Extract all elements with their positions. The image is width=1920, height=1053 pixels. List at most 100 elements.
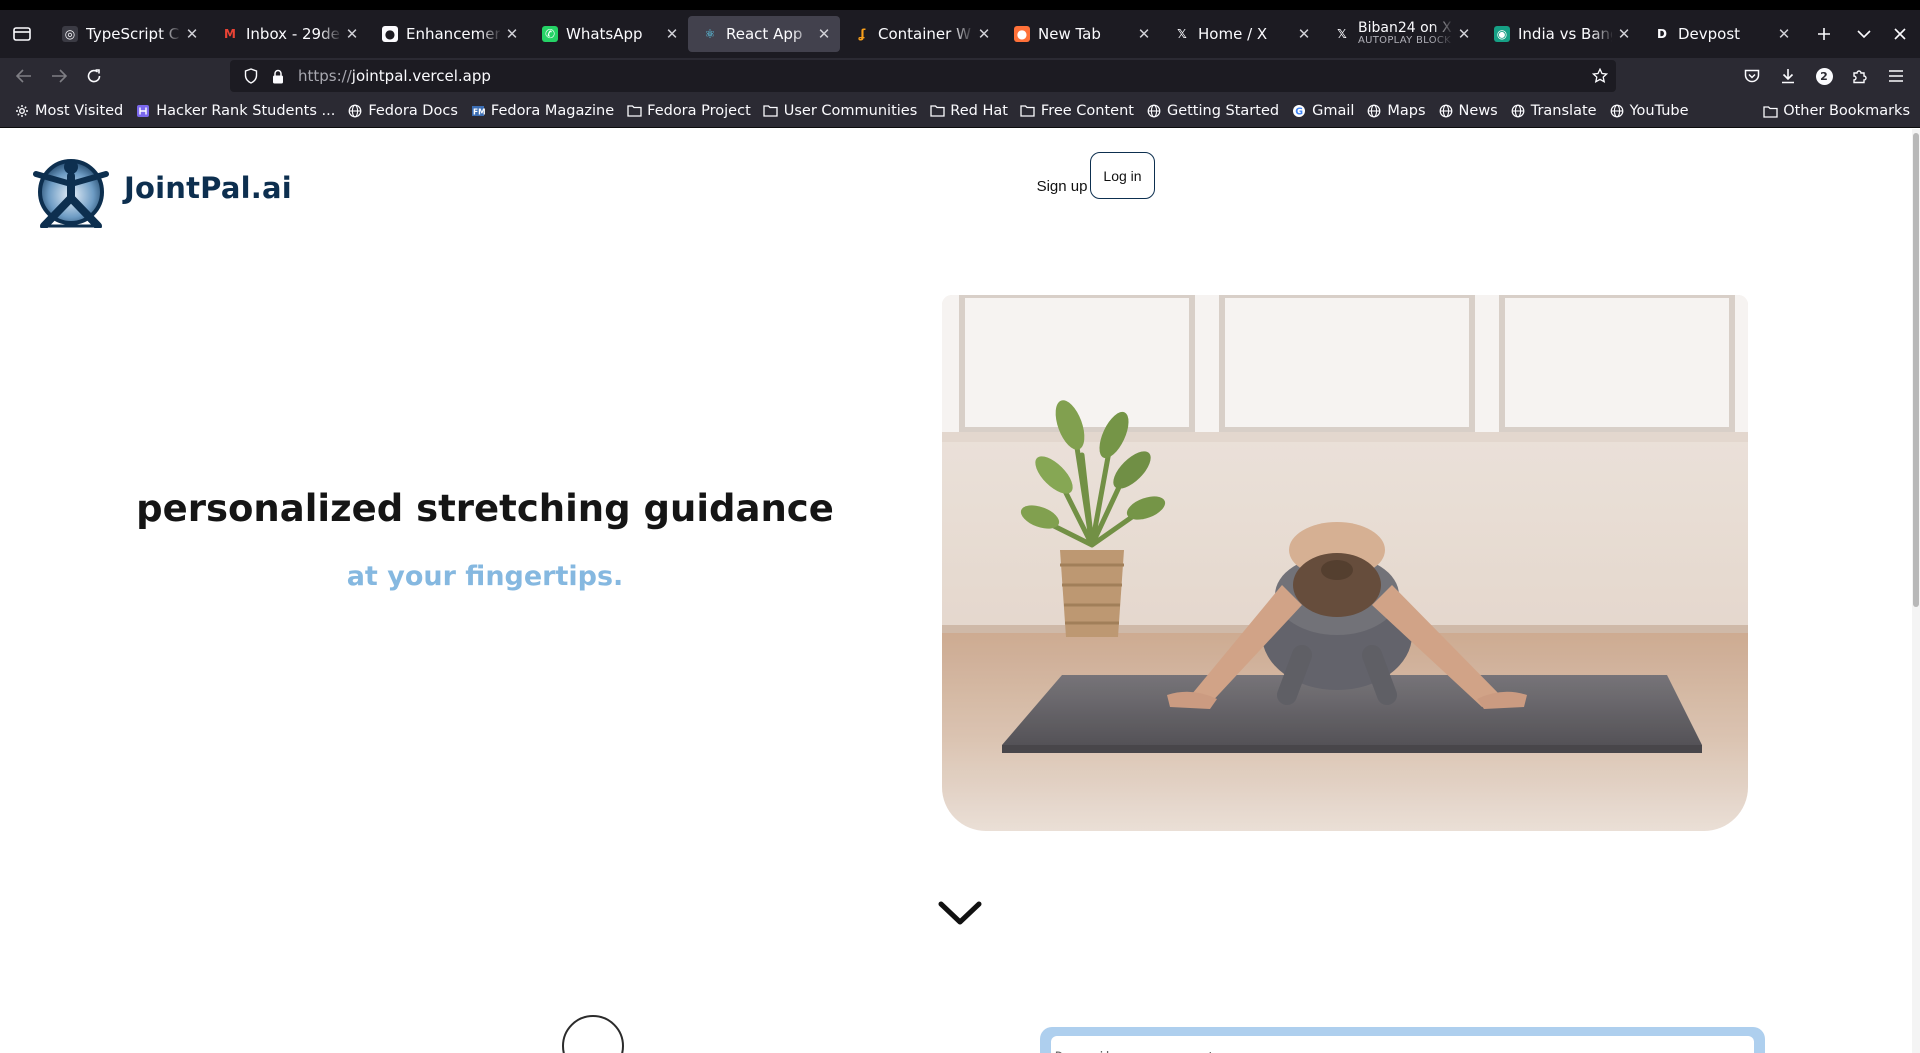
svg-text:G: G (1295, 106, 1303, 117)
bookmark-label: Fedora Docs (368, 102, 458, 119)
other-bookmarks[interactable]: Other Bookmarks (1758, 97, 1914, 125)
tab-title: TypeScript Con (86, 25, 180, 43)
leetcode-favicon-icon: ʆ (858, 27, 866, 41)
tab-title: WhatsApp (566, 25, 643, 43)
bookmark-label: Most Visited (35, 102, 124, 119)
account-badge-button[interactable]: 2 (1808, 60, 1840, 92)
reload-button[interactable] (78, 60, 110, 92)
tab-close-icon[interactable]: ✕ (504, 25, 520, 43)
other-bookmarks-label: Other Bookmarks (1783, 103, 1910, 119)
tab-close-icon[interactable]: ✕ (1616, 25, 1632, 43)
bookmark-news[interactable]: News (1434, 97, 1502, 125)
lock-icon[interactable] (272, 69, 284, 84)
pocket-button[interactable] (1736, 60, 1768, 92)
tab-close-icon[interactable]: ✕ (1136, 25, 1152, 43)
bookmark-star-icon[interactable] (1592, 68, 1608, 84)
login-button[interactable]: Log in (1090, 152, 1155, 199)
firefox-view-icon (13, 27, 31, 41)
reload-icon (87, 69, 101, 83)
bookmark-label: Red Hat (950, 102, 1008, 119)
tab-title: React App (726, 25, 803, 43)
bookmark-fedora-docs[interactable]: Fedora Docs (343, 97, 462, 125)
bookmark-label: Maps (1387, 102, 1426, 119)
app-menu-button[interactable] (1880, 60, 1912, 92)
tab-close-icon[interactable]: ✕ (976, 25, 992, 43)
downloads-button[interactable] (1772, 60, 1804, 92)
bookmark-maps[interactable]: Maps (1362, 97, 1429, 125)
bookmark-label: Getting Started (1166, 102, 1280, 119)
back-button[interactable] (8, 60, 40, 92)
tab-active-4[interactable]: ⚛ React App ✕ (688, 16, 840, 52)
whatsapp-favicon-icon: ✆ (542, 26, 558, 42)
bookmark-fedora-magazine[interactable]: FM Fedora Magazine (466, 97, 618, 125)
bookmark-hacker-rank-students[interactable]: Hacker Rank Students ... (131, 97, 339, 125)
tab-9[interactable]: ◉ India vs Bangla✕ (1480, 16, 1640, 52)
folder-icon (1762, 103, 1778, 119)
bookmark-most-visited[interactable]: Most Visited (10, 97, 127, 125)
bookmark-getting-started[interactable]: Getting Started (1142, 97, 1283, 125)
window-top-strip (0, 0, 1920, 10)
bookmark-user-communities[interactable]: User Communities (759, 97, 922, 125)
firefox-favicon-icon: ● (1014, 26, 1030, 42)
brand-name[interactable]: JointPal.ai (124, 171, 292, 205)
tab-1[interactable]: M Inbox - 29deep✕ (208, 16, 368, 52)
folder-icon (763, 103, 779, 119)
jointpal-logo[interactable] (30, 154, 112, 230)
arrow-left-icon (16, 69, 31, 83)
scrollbar-thumb[interactable] (1913, 133, 1919, 607)
globe-icon (1609, 103, 1625, 119)
tab-close-icon[interactable]: ✕ (816, 25, 832, 43)
scroll-down-chevron-icon[interactable] (938, 899, 982, 927)
globe-icon (347, 103, 363, 119)
bookmark-fedora-project[interactable]: Fedora Project (622, 97, 755, 125)
tab-0[interactable]: ◎ TypeScript Con✕ (48, 16, 208, 52)
bookmark-label: Fedora Magazine (490, 102, 615, 119)
hackerrank-icon (135, 103, 151, 119)
tab-10[interactable]: D Devpost ✕ (1640, 16, 1800, 52)
tab-title: Inbox - 29deep (246, 25, 340, 43)
tab-title: Home / X (1198, 25, 1268, 43)
tab-title: Container With (878, 25, 972, 43)
tab-title: Devpost (1678, 25, 1741, 43)
forward-button[interactable] (43, 60, 75, 92)
bookmark-red-hat[interactable]: Red Hat (925, 97, 1012, 125)
typescript-favicon-icon: ◎ (62, 26, 78, 42)
extensions-button[interactable] (1844, 60, 1876, 92)
tab-title: India vs Bangla (1518, 25, 1612, 43)
url-host: jointpal.vercel.app (351, 67, 491, 85)
bookmark-free-content[interactable]: Free Content (1016, 97, 1138, 125)
window-close-button[interactable] (1882, 16, 1918, 52)
new-tab-button[interactable] (1806, 16, 1842, 52)
page-scrollbar[interactable] (1912, 129, 1920, 1053)
devpost-favicon-icon: D (1657, 27, 1667, 41)
hamburger-menu-icon (1889, 70, 1903, 82)
tab-close-icon[interactable]: ✕ (1456, 25, 1472, 43)
tab-close-icon[interactable]: ✕ (1296, 25, 1312, 43)
folder-icon (929, 103, 945, 119)
tab-close-icon[interactable]: ✕ (664, 25, 680, 43)
bookmark-gmail[interactable]: G Gmail (1287, 97, 1358, 125)
tracking-protection-shield-icon[interactable] (244, 68, 258, 84)
tab-subtitle: AUTOPLAY BLOCKED (1358, 36, 1452, 47)
tab-2[interactable]: ● Enhancement:✕ (368, 16, 528, 52)
symptom-input[interactable] (1051, 1036, 1754, 1053)
bookmark-translate[interactable]: Translate (1506, 97, 1601, 125)
bookmark-youtube[interactable]: YouTube (1605, 97, 1693, 125)
avatar-circle[interactable] (562, 1015, 624, 1053)
tab-7[interactable]: 𝕏 Home / X ✕ (1160, 16, 1320, 52)
url-bar[interactable]: https://jointpal.vercel.app (230, 60, 1616, 92)
list-all-tabs-button[interactable] (1846, 16, 1882, 52)
tab-close-icon[interactable]: ✕ (344, 25, 360, 43)
url-scheme: https:// (298, 67, 352, 85)
tab-3[interactable]: ✆ WhatsApp ✕ (528, 16, 688, 52)
cricket-favicon-icon: ◉ (1494, 26, 1510, 42)
tab-8[interactable]: 𝕏Biban24 on X: "AUTOPLAY BLOCKED✕ (1320, 16, 1480, 52)
tab-6[interactable]: ● New Tab ✕ (1000, 16, 1160, 52)
tab-close-icon[interactable]: ✕ (184, 25, 200, 43)
firefox-view-button[interactable] (2, 14, 42, 54)
bookmark-label: Translate (1530, 102, 1597, 119)
chevron-down-icon (1857, 30, 1871, 39)
tab-5[interactable]: ʆ Container With✕ (840, 16, 1000, 52)
close-icon (1894, 28, 1906, 40)
tab-close-icon[interactable]: ✕ (1776, 25, 1792, 43)
